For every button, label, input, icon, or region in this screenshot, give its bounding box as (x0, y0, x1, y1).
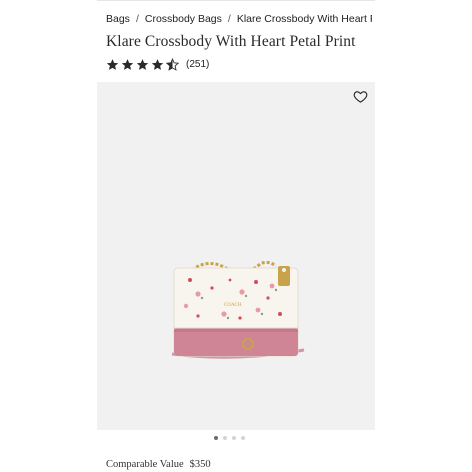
breadcrumb-item-current[interactable]: Klare Crossbody With Heart Petal P (237, 13, 372, 25)
review-count[interactable]: (251) (186, 59, 209, 70)
carousel-dot-2[interactable] (223, 436, 227, 440)
comparable-value-price: $350 (189, 459, 211, 470)
heart-outline-icon[interactable] (353, 89, 368, 104)
product-title: Klare Crossbody With Heart Petal Print (106, 33, 356, 50)
comparable-value: Comparable Value $350 (106, 459, 211, 470)
carousel-dots (214, 436, 245, 440)
breadcrumb-separator: / (135, 13, 139, 25)
star-icon (151, 58, 164, 70)
carousel-dot-3[interactable] (232, 436, 236, 440)
carousel-dot-4[interactable] (241, 436, 245, 440)
svg-text:COACH: COACH (224, 303, 242, 308)
carousel-dot-1[interactable] (214, 436, 218, 440)
star-half-icon (166, 57, 179, 71)
top-divider (97, 0, 375, 1)
star-icon (136, 58, 149, 70)
comparable-value-label: Comparable Value (106, 459, 184, 470)
star-icon (121, 58, 134, 70)
product-image-bag: COACH (171, 260, 305, 359)
product-image-panel[interactable] (97, 82, 375, 430)
breadcrumb-separator: / (227, 13, 231, 25)
rating-row[interactable]: (251) (106, 57, 209, 71)
breadcrumb-item-bags[interactable]: Bags (106, 13, 130, 25)
breadcrumb-item-crossbody-bags[interactable]: Crossbody Bags (145, 13, 222, 25)
breadcrumb: Bags / Crossbody Bags / Klare Crossbody With… (106, 13, 372, 27)
star-icon (106, 58, 119, 70)
